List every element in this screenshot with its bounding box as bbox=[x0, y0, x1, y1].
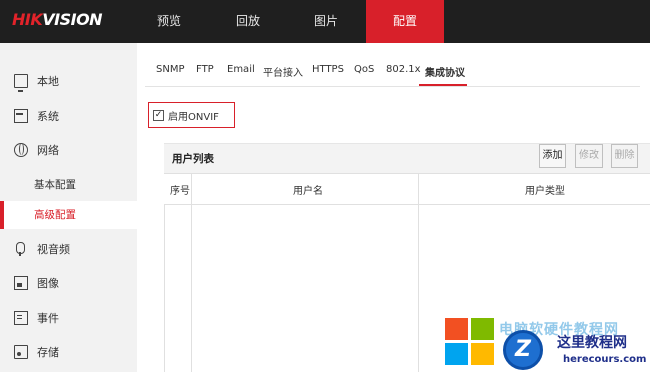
logo-hik: HIK bbox=[12, 10, 43, 29]
globe-icon bbox=[14, 143, 28, 157]
event-icon bbox=[14, 311, 28, 325]
watermark-url: herecours.com bbox=[563, 354, 647, 365]
sidebar-item-system[interactable]: 系统 bbox=[0, 102, 137, 130]
nav-configuration[interactable]: 配置 bbox=[366, 0, 444, 43]
nav-playback[interactable]: 回放 bbox=[218, 0, 278, 43]
delete-user-button[interactable]: 删除 bbox=[611, 144, 638, 168]
enable-onvif-checkbox[interactable]: ✓ bbox=[153, 109, 164, 121]
tab-platform-access[interactable]: 平台接入 bbox=[263, 64, 303, 79]
sidebar-item-event[interactable]: 事件 bbox=[0, 304, 137, 332]
column-header-username: 用户名 bbox=[293, 186, 323, 197]
watermark: 电脑软硬件教程网 Z 这里教程网 herecours.com bbox=[445, 318, 650, 372]
hikvision-logo: HIKVISION bbox=[12, 10, 103, 29]
sidebar-item-label: 事件 bbox=[37, 312, 59, 325]
enable-onvif-highlight: ✓ 启用ONVIF bbox=[148, 102, 235, 128]
enable-onvif-label: 启用ONVIF bbox=[168, 111, 219, 123]
sidebar-item-network[interactable]: 网络 bbox=[0, 136, 137, 164]
sidebar-item-basic-config[interactable]: 基本配置 bbox=[0, 171, 137, 199]
nav-picture[interactable]: 图片 bbox=[296, 0, 356, 43]
user-list-title: 用户列表 bbox=[172, 153, 214, 165]
sidebar-item-local[interactable]: 本地 bbox=[0, 67, 137, 95]
top-navigation-bar: HIKVISION 预览 回放 图片 配置 bbox=[0, 0, 650, 43]
add-user-button[interactable]: 添加 bbox=[539, 144, 566, 168]
image-icon bbox=[14, 276, 28, 290]
sidebar-item-storage[interactable]: 存储 bbox=[0, 338, 137, 366]
microphone-icon bbox=[14, 242, 28, 256]
monitor-icon bbox=[14, 74, 28, 92]
windows-logo-icon bbox=[445, 318, 495, 366]
storage-icon bbox=[14, 345, 28, 359]
watermark-badge-icon: Z bbox=[503, 330, 543, 370]
system-icon bbox=[14, 109, 28, 123]
sidebar-item-label: 存储 bbox=[37, 346, 59, 359]
tab-https[interactable]: HTTPS bbox=[312, 64, 344, 75]
tab-8021x[interactable]: 802.1x bbox=[386, 64, 421, 75]
logo-vision: VISION bbox=[42, 10, 103, 29]
sidebar-item-label: 系统 bbox=[37, 110, 59, 123]
sidebar: 本地 系统 网络 基本配置 高级配置 视音频 图像 事件 存储 bbox=[0, 43, 137, 372]
watermark-badge-letter: Z bbox=[515, 337, 531, 362]
tab-qos[interactable]: QoS bbox=[354, 64, 374, 75]
tab-snmp[interactable]: SNMP bbox=[156, 64, 185, 75]
sidebar-item-label: 视音频 bbox=[37, 243, 70, 256]
tab-divider bbox=[145, 86, 640, 87]
tab-email[interactable]: Email bbox=[227, 64, 255, 75]
tab-ftp[interactable]: FTP bbox=[196, 64, 214, 75]
column-header-user-type: 用户类型 bbox=[525, 186, 565, 197]
user-table-header bbox=[164, 173, 650, 205]
nav-preview[interactable]: 预览 bbox=[139, 0, 199, 43]
watermark-site-name: 这里教程网 bbox=[557, 335, 627, 351]
sidebar-item-advanced-config[interactable]: 高级配置 bbox=[0, 201, 137, 229]
active-tab-indicator bbox=[419, 84, 467, 86]
sidebar-item-label: 网络 bbox=[37, 144, 59, 157]
sidebar-item-label: 图像 bbox=[37, 277, 59, 290]
edit-user-button[interactable]: 修改 bbox=[575, 144, 603, 168]
column-header-index: 序号 bbox=[170, 186, 190, 197]
tab-integration-protocol[interactable]: 集成协议 bbox=[425, 64, 465, 79]
sidebar-item-image[interactable]: 图像 bbox=[0, 269, 137, 297]
sidebar-item-video-audio[interactable]: 视音频 bbox=[0, 235, 137, 263]
sidebar-item-label: 本地 bbox=[37, 75, 59, 88]
